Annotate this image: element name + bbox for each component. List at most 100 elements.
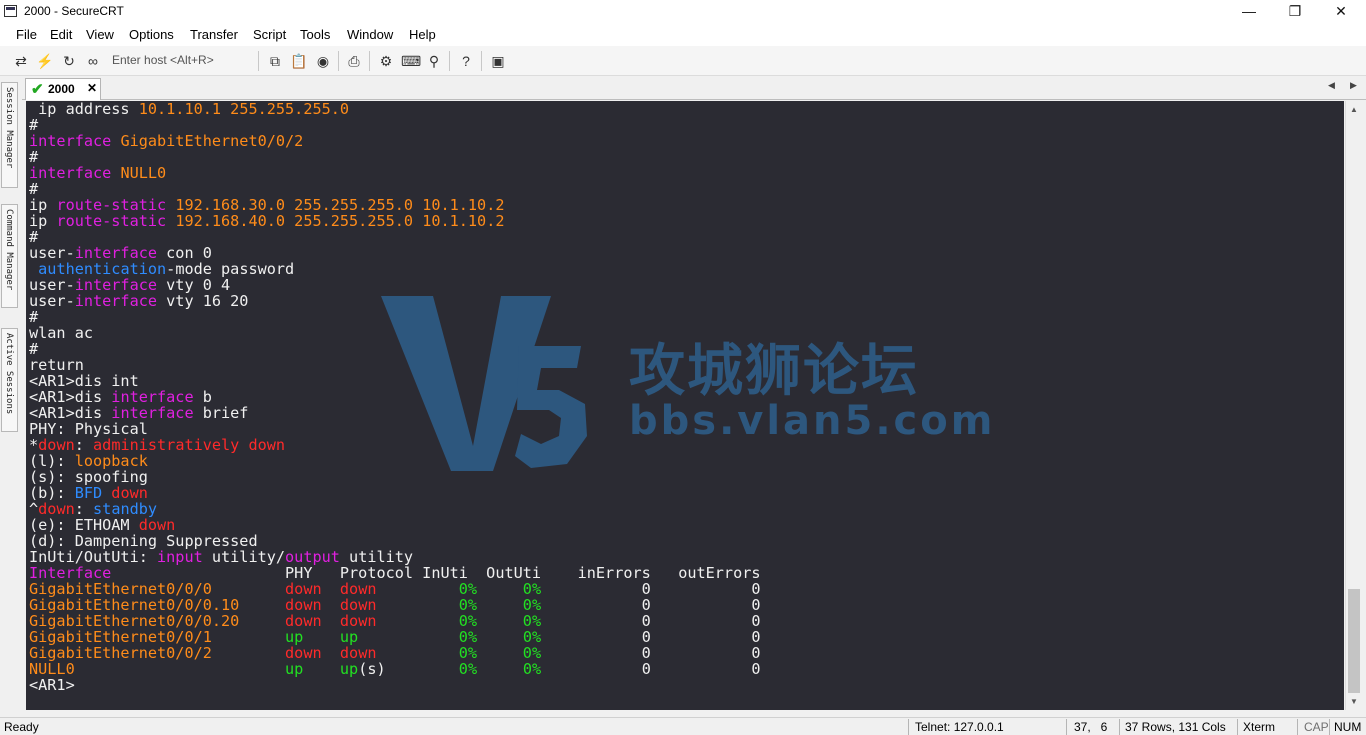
terminal-text: (s) (358, 660, 459, 678)
terminal-line: InUti/OutUti: input utility/output utili… (29, 549, 761, 565)
menu-tools[interactable]: Tools (300, 27, 330, 42)
find-binoculars-icon[interactable]: ◉ (314, 52, 332, 70)
terminal-line: interface GigabitEthernet0/0/2 (29, 133, 761, 149)
connected-check-icon: ✔ (31, 81, 44, 98)
active-sessions-tab[interactable]: Active Sessions (1, 328, 18, 432)
command-manager-label: Command Manager (4, 209, 14, 291)
keymap-icon[interactable]: ⌨ (401, 52, 421, 70)
session-manager-tab[interactable]: Session Manager (1, 82, 18, 188)
terminal-text: 10.1.10.1 255.255.255.0 (138, 101, 350, 118)
toolbar-separator (369, 51, 370, 71)
reconnect-icon[interactable]: ↻ (60, 52, 78, 70)
terminal-line: (d): Dampening Suppressed (29, 533, 761, 549)
close-tab-icon[interactable]: ✕ (87, 81, 97, 95)
terminal-line: <AR1>dis int (29, 373, 761, 389)
tab-scroll-right-icon[interactable]: ▶ (1350, 80, 1357, 91)
settings-gear-icon[interactable]: ⚙ (377, 52, 395, 70)
terminal-line: GigabitEthernet0/0/1 up up 0% 0% 0 0 (29, 629, 761, 645)
terminal-line: (l): loopback (29, 453, 761, 469)
menu-view[interactable]: View (86, 27, 114, 42)
terminal-text: up (285, 660, 304, 678)
status-divider (1066, 719, 1067, 735)
status-connection: Telnet: 127.0.0.1 (915, 720, 1004, 734)
app-icon (4, 5, 17, 17)
terminal-line: GigabitEthernet0/0/2 down down 0% 0% 0 0 (29, 645, 761, 661)
terminal-text: 0% (458, 660, 478, 678)
menu-bar: File Edit View Options Transfer Script T… (0, 24, 1366, 46)
screen-icon[interactable]: ▣ (489, 52, 507, 70)
session-tab[interactable]: ✔ 2000 ✕ (25, 78, 101, 100)
terminal-line: (e): ETHOAM down (29, 517, 761, 533)
terminal-text: route-static (56, 212, 176, 230)
toolbar-separator (338, 51, 339, 71)
terminal-text: 0% (522, 660, 542, 678)
terminal-line: Interface PHY Protocol InUti OutUti inEr… (29, 565, 761, 581)
status-size: 37 Rows, 131 Cols (1125, 720, 1226, 734)
terminal-line: ip route-static 192.168.40.0 255.255.255… (29, 213, 761, 229)
session-tab-label: 2000 (48, 82, 75, 96)
terminal-text: up (339, 660, 359, 678)
menu-transfer[interactable]: Transfer (190, 27, 238, 42)
tab-scroll-left-icon[interactable]: ◀ (1328, 80, 1335, 91)
terminal-text: interface (29, 164, 121, 182)
menu-edit[interactable]: Edit (50, 27, 72, 42)
key-icon[interactable]: ⚲ (425, 52, 443, 70)
terminal-text: ip address (29, 101, 139, 118)
terminal-line: # (29, 117, 761, 133)
terminal-line: ip route-static 192.168.30.0 255.255.255… (29, 197, 761, 213)
link-icon[interactable]: ∞ (84, 52, 102, 70)
scroll-down-icon[interactable]: ▼ (1350, 697, 1358, 706)
terminal-line: authentication-mode password (29, 261, 761, 277)
terminal-line: ^down: standby (29, 501, 761, 517)
status-divider (908, 719, 909, 735)
terminal-line: # (29, 149, 761, 165)
window-title: 2000 - SecureCRT (24, 4, 124, 18)
scroll-up-icon[interactable]: ▲ (1350, 105, 1358, 114)
paste-icon[interactable]: 📋 (290, 52, 308, 70)
minimize-button[interactable]: — (1226, 0, 1272, 24)
terminal-text: interface (74, 292, 158, 310)
scrollbar-thumb[interactable] (1348, 589, 1360, 693)
terminal-output: ip address 10.1.10.1 255.255.255.0 # inter… (29, 101, 761, 693)
close-window-button[interactable]: ✕ (1318, 0, 1364, 24)
toolbar-separator (481, 51, 482, 71)
menu-window[interactable]: Window (347, 27, 393, 42)
copy-icon[interactable]: ⧉ (266, 52, 284, 70)
terminal-line: PHY: Physical (29, 421, 761, 437)
menu-options[interactable]: Options (129, 27, 174, 42)
status-caps: CAP (1304, 720, 1329, 734)
menu-file[interactable]: File (16, 27, 37, 42)
terminal-line: ip address 10.1.10.1 255.255.255.0 (29, 101, 761, 117)
vertical-scrollbar[interactable]: ▲ ▼ (1345, 101, 1362, 710)
active-sessions-label: Active Sessions (4, 333, 14, 415)
status-bar: Ready Telnet: 127.0.0.1 37, 6 37 Rows, 1… (0, 717, 1366, 735)
terminal-text: brief (193, 404, 249, 422)
terminal-text: <AR1> (29, 676, 75, 694)
help-question-icon[interactable]: ? (457, 52, 475, 70)
lightning-icon[interactable]: ⚡ (36, 52, 54, 70)
status-terminal-type: Xterm (1243, 720, 1276, 734)
status-num: NUM (1334, 720, 1362, 734)
menu-help[interactable]: Help (409, 27, 436, 42)
terminal-line: GigabitEthernet0/0/0.20 down down 0% 0% … (29, 613, 761, 629)
terminal-text: NULL0 (120, 164, 167, 182)
terminal-line: # (29, 181, 761, 197)
terminal-line: (s): spoofing (29, 469, 761, 485)
maximize-button[interactable]: ❐ (1272, 0, 1318, 24)
status-cursor: 37, 6 (1074, 720, 1108, 734)
menu-script[interactable]: Script (253, 27, 286, 42)
terminal-line: return (29, 357, 761, 373)
toolbar-separator (258, 51, 259, 71)
terminal-line: GigabitEthernet0/0/0 down down 0% 0% 0 0 (29, 581, 761, 597)
terminal-line: user-interface con 0 (29, 245, 761, 261)
terminal-line: GigabitEthernet0/0/0.10 down down 0% 0% … (29, 597, 761, 613)
terminal-line: user-interface vty 0 4 (29, 277, 761, 293)
terminal-area[interactable]: 攻城狮论坛 bbs.vlan5.com ip address 10.1.10.1… (26, 101, 1344, 710)
print-icon[interactable]: ⎙ (345, 52, 363, 70)
connect-icon[interactable]: ⇄ (12, 52, 30, 70)
session-manager-label: Session Manager (4, 87, 14, 169)
terminal-line: # (29, 229, 761, 245)
quick-connect-field[interactable]: Enter host <Alt+R> (112, 53, 214, 67)
command-manager-tab[interactable]: Command Manager (1, 204, 18, 308)
